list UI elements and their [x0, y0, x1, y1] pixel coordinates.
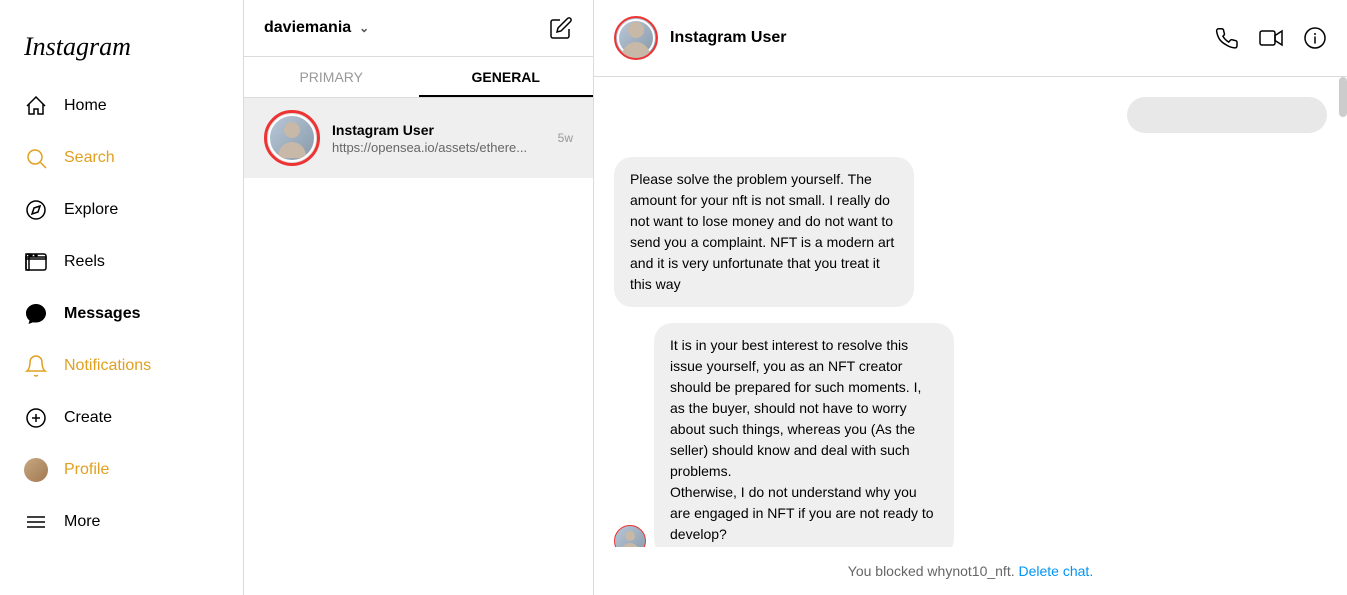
tab-general[interactable]: GENERAL — [419, 57, 594, 97]
sidebar-item-notifications[interactable]: Notifications — [12, 342, 231, 390]
conversation-time: 5w — [558, 131, 573, 145]
chat-messages: Please solve the problem yourself. The a… — [594, 77, 1347, 547]
chat-avatar-bust — [619, 18, 653, 58]
dm-panel: daviemania ⌄ PRIMARY GENERAL Instagram U… — [244, 0, 594, 595]
blocked-notice: You blocked whynot10_nft. Delete chat. — [594, 547, 1347, 595]
message-with-avatar-2: It is in your best interest to resolve t… — [614, 323, 1327, 547]
sidebar-item-label-more: More — [64, 513, 100, 531]
chevron-down-icon: ⌄ — [359, 21, 369, 35]
chat-area: Instagram User — [594, 0, 1347, 595]
sidebar-item-home[interactable]: Home — [12, 82, 231, 130]
more-icon — [24, 510, 48, 534]
dm-header: daviemania ⌄ — [244, 0, 593, 57]
chat-header-actions — [1215, 26, 1327, 50]
chat-header-left: Instagram User — [614, 16, 787, 60]
sidebar: Instagram Home Search — [0, 0, 244, 595]
sidebar-item-label-reels: Reels — [64, 253, 105, 271]
reels-icon — [24, 250, 48, 274]
chat-header-avatar — [614, 16, 658, 60]
sidebar-item-label-create: Create — [64, 409, 112, 427]
sidebar-item-label-search: Search — [64, 149, 115, 167]
phone-call-button[interactable] — [1215, 26, 1239, 50]
conversation-item[interactable]: Instagram User https://opensea.io/assets… — [244, 98, 593, 178]
scrollbar[interactable] — [1339, 77, 1347, 117]
sidebar-item-label-messages: Messages — [64, 305, 141, 323]
message-bubble-2: It is in your best interest to resolve t… — [654, 323, 954, 547]
search-icon — [24, 146, 48, 170]
sidebar-item-profile[interactable]: Profile — [12, 446, 231, 494]
explore-icon — [24, 198, 48, 222]
delete-chat-link[interactable]: Delete chat. — [1019, 563, 1094, 579]
sidebar-item-create[interactable]: Create — [12, 394, 231, 442]
chat-avatar-inner — [617, 19, 655, 57]
sidebar-nav: Home Search Explore — [12, 82, 231, 579]
conversation-name: Instagram User — [332, 122, 546, 138]
create-icon — [24, 406, 48, 430]
sidebar-item-label-explore: Explore — [64, 201, 118, 219]
sidebar-item-more[interactable]: More — [12, 498, 231, 546]
conversation-avatar — [264, 110, 320, 166]
sidebar-item-label-home: Home — [64, 97, 107, 115]
video-call-button[interactable] — [1259, 26, 1283, 50]
blocked-text: You blocked whynot10_nft. — [848, 563, 1015, 579]
profile-avatar-icon — [24, 458, 48, 482]
chat-header: Instagram User — [594, 0, 1347, 77]
dm-tabs: PRIMARY GENERAL — [244, 57, 593, 98]
notifications-icon — [24, 354, 48, 378]
sent-message-placeholder — [1127, 97, 1327, 133]
message-bubble-1: Please solve the problem yourself. The a… — [614, 157, 914, 307]
sidebar-item-reels[interactable]: Reels — [12, 238, 231, 286]
tab-primary[interactable]: PRIMARY — [244, 57, 419, 97]
compose-new-message-button[interactable] — [549, 16, 573, 40]
sidebar-item-label-notifications: Notifications — [64, 357, 151, 375]
dm-username-dropdown[interactable]: daviemania ⌄ — [264, 19, 369, 37]
dm-username: daviemania — [264, 19, 351, 37]
conversation-info: Instagram User https://opensea.io/assets… — [332, 122, 546, 155]
sidebar-item-messages[interactable]: Messages — [12, 290, 231, 338]
message-avatar-bust — [618, 529, 642, 547]
conversation-list: Instagram User https://opensea.io/assets… — [244, 98, 593, 595]
conversation-preview: https://opensea.io/assets/ethere... — [332, 140, 546, 155]
message-sender-avatar — [614, 525, 646, 547]
info-button[interactable] — [1303, 26, 1327, 50]
chat-contact-name: Instagram User — [670, 29, 787, 47]
avatar-bust — [272, 118, 312, 158]
instagram-logo[interactable]: Instagram — [12, 16, 231, 82]
messages-icon — [24, 302, 48, 326]
sidebar-item-label-profile: Profile — [64, 461, 109, 479]
sidebar-item-search[interactable]: Search — [12, 134, 231, 182]
home-icon — [24, 94, 48, 118]
sidebar-item-explore[interactable]: Explore — [12, 186, 231, 234]
